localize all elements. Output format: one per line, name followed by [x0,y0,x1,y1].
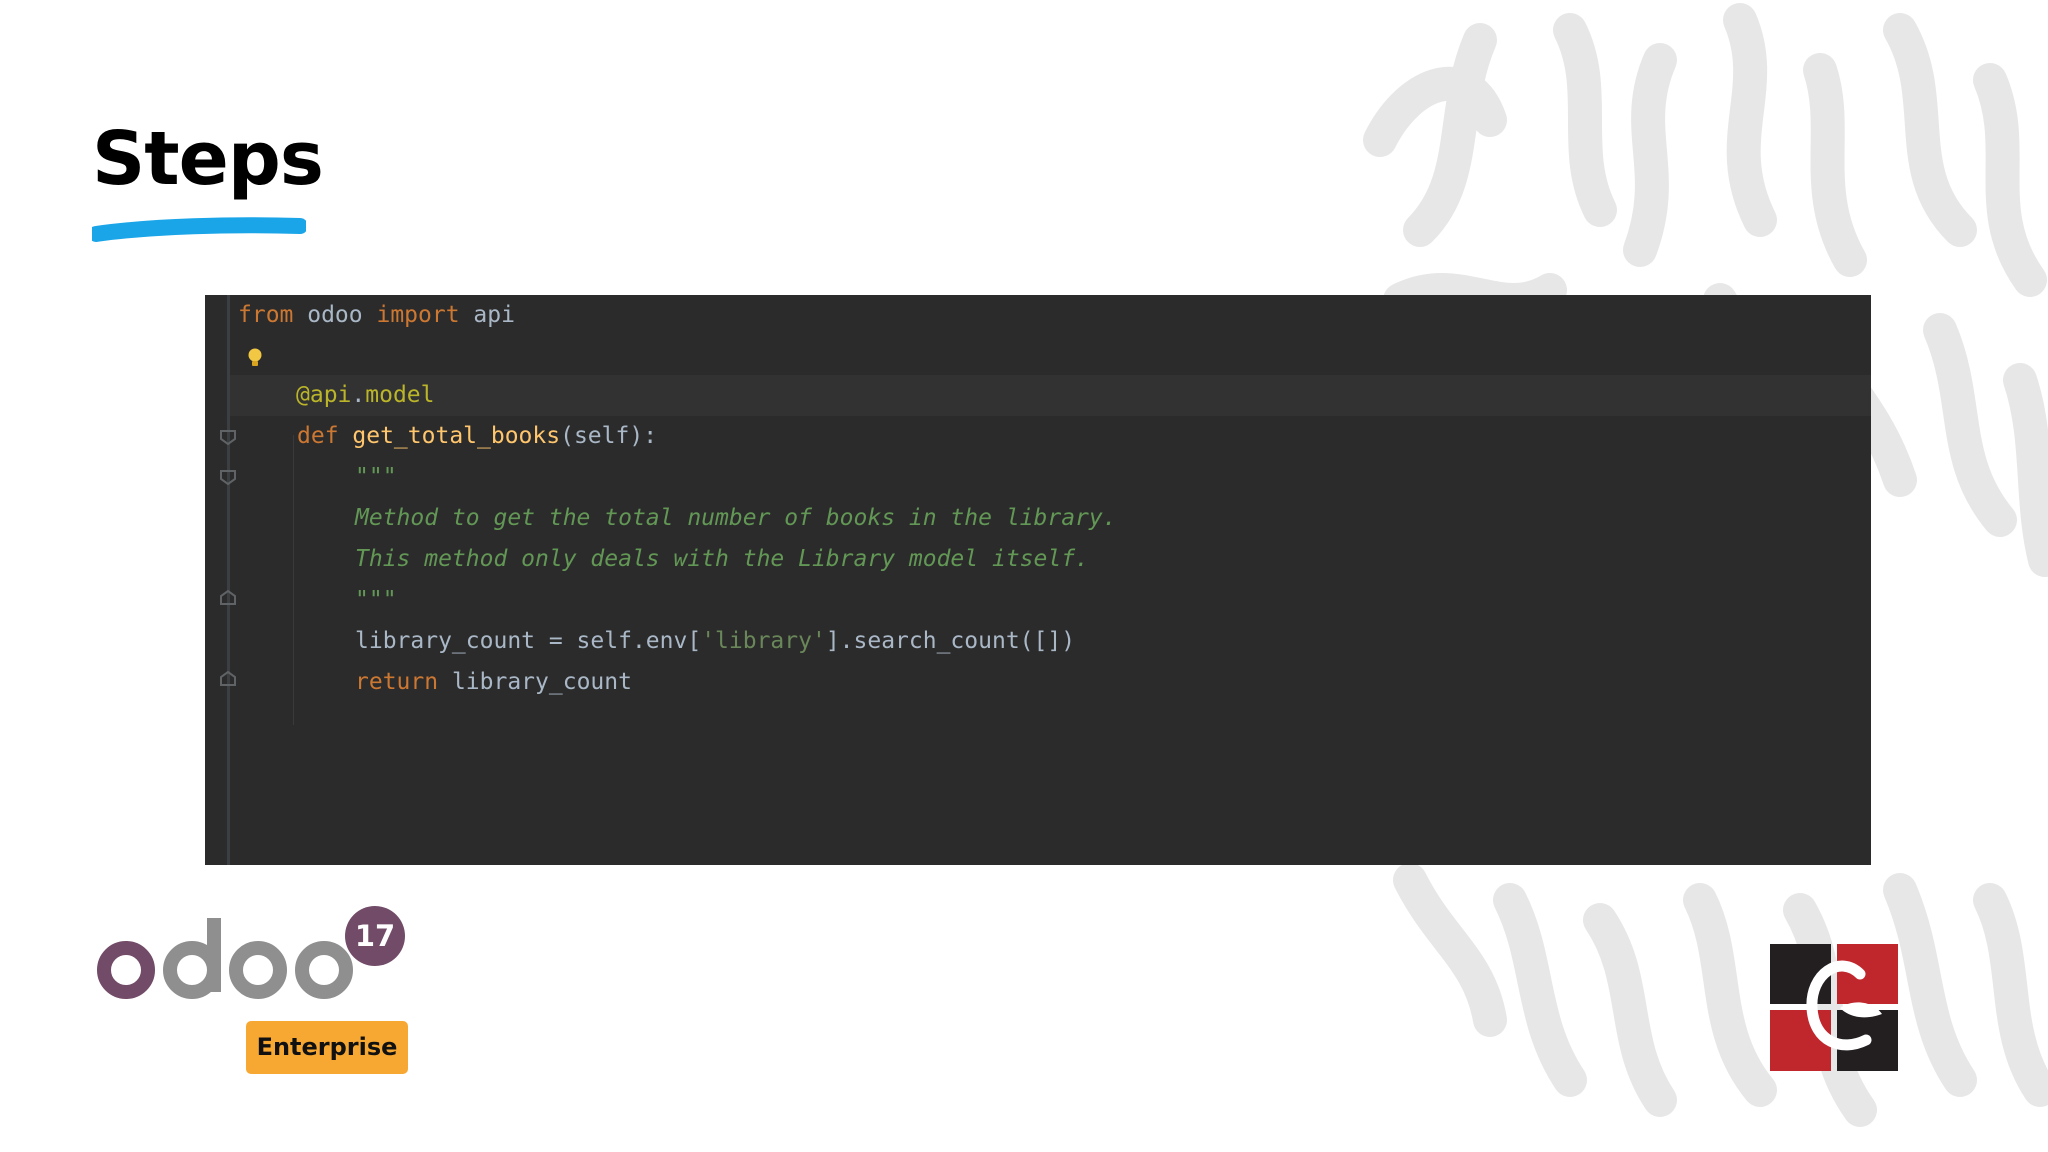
slide-title: Steps [92,116,324,202]
code-token: @api [296,382,352,408]
fold-marker-icon [220,590,236,605]
code-token: return [355,669,439,695]
code-line-docstring-1: Method to get the total number of books … [355,505,1117,531]
code-line-assignment: library_count = self.env['library'].sear… [355,621,1075,662]
code-token: (self): [560,423,658,449]
code-token: api [459,302,515,328]
code-token: from [238,302,294,328]
code-editor-screenshot: from odoo import api @api.model def get_… [205,295,1871,865]
code-line-import: from odoo import api [238,295,515,336]
code-token: import [376,302,460,328]
code-token: model [365,382,435,408]
code-token: 'library' [701,628,826,654]
lightbulb-icon[interactable] [246,347,264,369]
code-token: library_count [438,669,632,695]
fold-marker-icon [220,470,236,485]
indent-guide [293,435,294,725]
code-token: . [351,382,366,408]
code-token: odoo [293,302,377,328]
version-badge: 17 [354,919,396,953]
code-line-docstring-open: """ [355,464,397,490]
fold-marker-icon [220,430,236,445]
enterprise-badge: Enterprise [246,1021,408,1074]
code-token: library_count = self.env[ [355,628,702,654]
code-line-docstring-2: This method only deals with the Library … [355,546,1089,572]
code-line-decorator: @api.model [230,375,1871,416]
fold-marker-icon [220,671,236,686]
code-token: def [297,423,353,449]
code-line-return: return library_count [355,662,632,703]
code-line-def: def get_total_books(self): [297,416,657,457]
company-logo [1770,944,1898,1071]
code-line-docstring-close: """ [355,587,397,613]
code-token: get_total_books [352,423,561,449]
code-token: ].search_count([]) [825,628,1076,654]
title-underline-stroke [92,217,306,242]
